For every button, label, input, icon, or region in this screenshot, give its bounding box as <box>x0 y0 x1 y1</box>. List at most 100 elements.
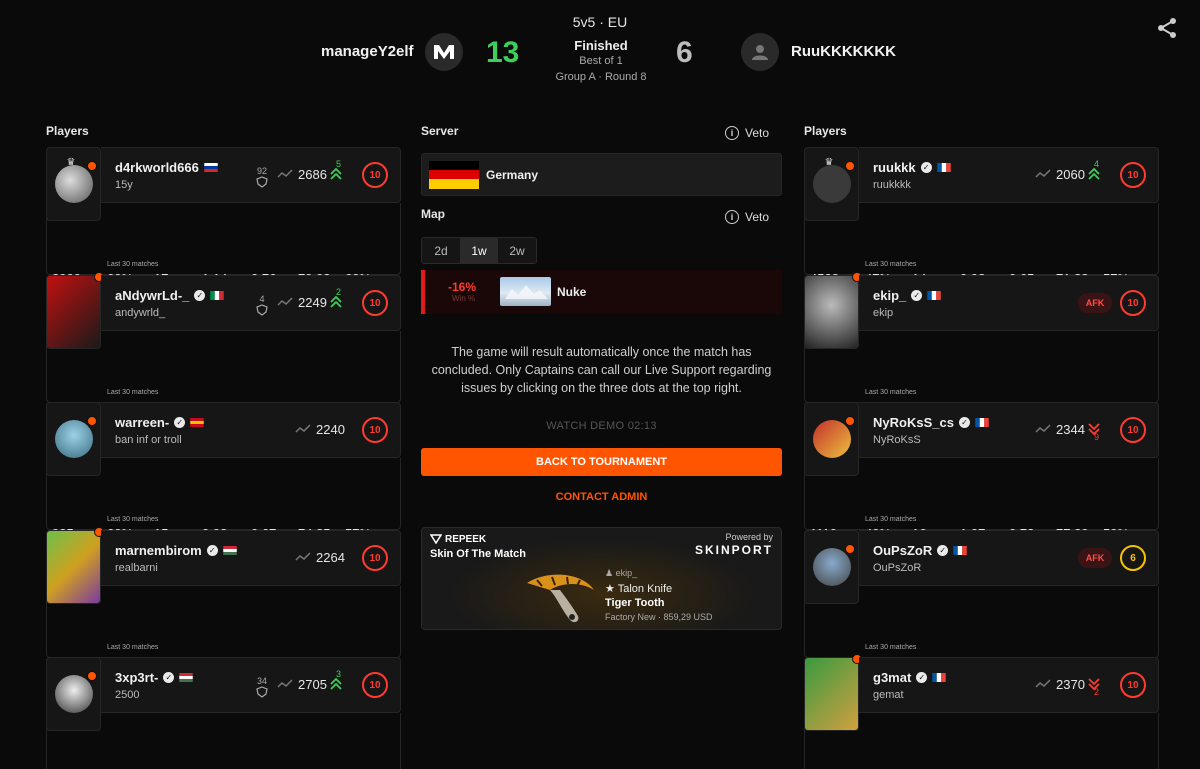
team2-logo[interactable] <box>741 33 779 71</box>
player-avatar <box>54 671 97 713</box>
player-subtitle: ruukkkk <box>873 179 911 191</box>
elo-graph-icon[interactable] <box>1035 169 1051 179</box>
server-veto-button[interactable]: i Veto <box>725 126 769 140</box>
talon-knife-icon <box>527 574 594 623</box>
player-card[interactable]: OuPsZoR ✓ OuPsZoR 6 AFK Last 30 matches356… <box>804 530 1159 679</box>
player-card[interactable]: ♛ ruukkk ✓ ruukkkk 10 4 2060 Last 30 matche… <box>804 147 1159 296</box>
flag-hu-icon <box>179 673 194 682</box>
team2-name[interactable]: RuuKKKKKKK <box>791 43 896 60</box>
last-30-label: Last 30 matches <box>865 261 917 268</box>
share-icon[interactable] <box>1156 17 1178 39</box>
map-winrate-delta: -16% <box>448 280 477 294</box>
player-name-row[interactable]: 3xp3rt- ✓ <box>115 670 194 685</box>
player-name-row[interactable]: warreen- ✓ <box>115 415 204 430</box>
player-name-row[interactable]: g3mat ✓ <box>873 670 947 685</box>
player-name-row[interactable]: ekip_ ✓ <box>873 288 941 303</box>
player-card[interactable]: NyRoKsS_cs ✓ NyRoKsS 10 9 2344 Last 30 matc… <box>804 402 1159 551</box>
player-name[interactable]: warreen- <box>115 415 169 430</box>
player-subtitle: OuPsZoR <box>873 562 922 574</box>
player-card[interactable]: ekip_ ✓ ekip 10 AFK Last 30 matches1688Mat… <box>804 272 1159 424</box>
player-card[interactable]: marnembirom ✓ realbarni 10 2264 Last 30 ma… <box>46 527 401 679</box>
crown-icon: ♛ <box>66 157 76 168</box>
verified-icon: ✓ <box>174 417 186 428</box>
last-30-label: Last 30 matches <box>107 261 159 268</box>
player-card[interactable]: g3mat✓ gemat 1022370 Last 30 matches2808… <box>804 654 1159 769</box>
player-avatar <box>812 544 855 586</box>
player-name-row[interactable]: d4rkworld666 <box>115 160 218 175</box>
team1-name[interactable]: manageY2elf <box>321 43 414 60</box>
elo-graph-icon[interactable] <box>277 297 293 307</box>
map-period-tabs: 2d 1w 2w <box>421 237 537 264</box>
elo-graph-icon[interactable] <box>277 169 293 179</box>
server-title: Server <box>421 124 459 138</box>
player-card[interactable]: warreen- ✓ ban inf or troll 10 2240 Last 3… <box>46 402 401 551</box>
skin-owner-name: ekip_ <box>615 568 638 578</box>
user-placeholder-icon <box>752 45 768 60</box>
last-30-label: Last 30 matches <box>865 516 917 523</box>
player-name-row[interactable]: OuPsZoR ✓ <box>873 543 967 558</box>
player-avatar: ♛ <box>812 157 855 203</box>
player-name[interactable]: ruukkk <box>873 160 916 175</box>
player-card[interactable]: ♛ d4rkworld666 15y 10 5 2686 92 Last 30 mat… <box>46 147 401 296</box>
group-round: Group A · Round 8 <box>555 71 647 83</box>
elo-graph-icon[interactable] <box>1035 679 1051 689</box>
player-name[interactable]: 3xp3rt- <box>115 670 158 685</box>
player-name[interactable]: aNdywrLd-_ <box>115 288 189 303</box>
player-name-row[interactable]: marnembirom ✓ <box>115 543 237 558</box>
flag-fr-icon <box>975 418 989 427</box>
tab-1w[interactable]: 1w <box>460 238 498 263</box>
player-name[interactable]: d4rkworld666 <box>115 160 199 175</box>
shield-icon <box>256 304 268 316</box>
match-status: Finished <box>574 38 628 53</box>
watch-demo-button[interactable]: WATCH DEMO 02:13 <box>421 420 782 432</box>
germany-flag-icon <box>429 161 479 189</box>
elo-graph-icon[interactable] <box>1035 424 1051 434</box>
skin-of-the-match-card[interactable]: REPEEK Skin Of The Match Powered by SKIN… <box>421 527 782 630</box>
powered-by: Powered by <box>725 532 773 542</box>
player-name-row[interactable]: ruukkk ✓ <box>873 160 951 175</box>
player-name[interactable]: g3mat <box>873 670 911 685</box>
skin-owner: ♟ ekip_ <box>605 568 638 578</box>
team1-logo[interactable] <box>425 33 463 71</box>
tab-2d[interactable]: 2d <box>422 238 460 263</box>
player-elo: 2060 <box>1056 167 1085 182</box>
player-stats: Last 30 matches2808Matches33%Win rate13K… <box>804 713 1159 769</box>
elo-graph-icon[interactable] <box>277 679 293 689</box>
player-stats: Last 30 matches6506Matches67%Win rate15K… <box>46 713 401 769</box>
player-card[interactable]: 3xp3rt-✓ 2500 103270534 Last 30 matches6… <box>46 657 401 769</box>
player-info: marnembirom ✓ realbarni 10 2264 <box>101 530 401 586</box>
flag-fr-icon <box>927 291 941 300</box>
player-name[interactable]: NyRoKsS_cs <box>873 415 954 430</box>
player-name[interactable]: marnembirom <box>115 543 202 558</box>
player-info: warreen- ✓ ban inf or troll 10 2240 <box>101 402 401 458</box>
chevrons-up-icon <box>330 677 342 690</box>
flag-ru-icon <box>204 163 218 172</box>
skin-title: Skin Of The Match <box>430 548 526 560</box>
player-info: OuPsZoR ✓ OuPsZoR 6 AFK <box>859 530 1159 586</box>
skill-level-icon: 10 <box>1120 672 1146 698</box>
shield-icon <box>256 176 268 188</box>
verified-icon: ✓ <box>937 545 949 556</box>
contact-admin-button[interactable]: CONTACT ADMIN <box>421 491 782 503</box>
crown-icon: ♛ <box>824 157 834 168</box>
info-icon: i <box>725 126 739 140</box>
elo-graph-icon[interactable] <box>295 424 311 434</box>
shield-icon <box>256 686 268 698</box>
level-badge-icon <box>86 671 97 681</box>
skill-level-icon: 10 <box>1120 417 1146 443</box>
tab-2w[interactable]: 2w <box>498 238 536 263</box>
player-name[interactable]: ekip_ <box>873 288 906 303</box>
player-card[interactable]: aNdywrLd-_ ✓ andywrld_ 10 2 2249 4 Last 30 m… <box>46 272 401 424</box>
player-name[interactable]: OuPsZoR <box>873 543 932 558</box>
last-30-label: Last 30 matches <box>865 389 917 396</box>
map-veto-button[interactable]: i Veto <box>725 210 769 224</box>
team1-logo-icon <box>434 45 454 59</box>
player-name-row[interactable]: NyRoKsS_cs ✓ <box>873 415 989 430</box>
elo-graph-icon[interactable] <box>295 552 311 562</box>
chevrons-up-icon <box>1088 167 1100 180</box>
player-stats: Last 30 matches935Matches60%Win rate15Ki… <box>46 458 401 551</box>
player-name-row[interactable]: aNdywrLd-_ ✓ <box>115 288 225 303</box>
skin-price: Factory New · 859,29 USD <box>605 612 713 622</box>
player-stats: Last 30 matches2138Matches50%Win rate16K… <box>46 586 401 679</box>
back-to-tournament-button[interactable]: BACK TO TOURNAMENT <box>421 448 782 476</box>
